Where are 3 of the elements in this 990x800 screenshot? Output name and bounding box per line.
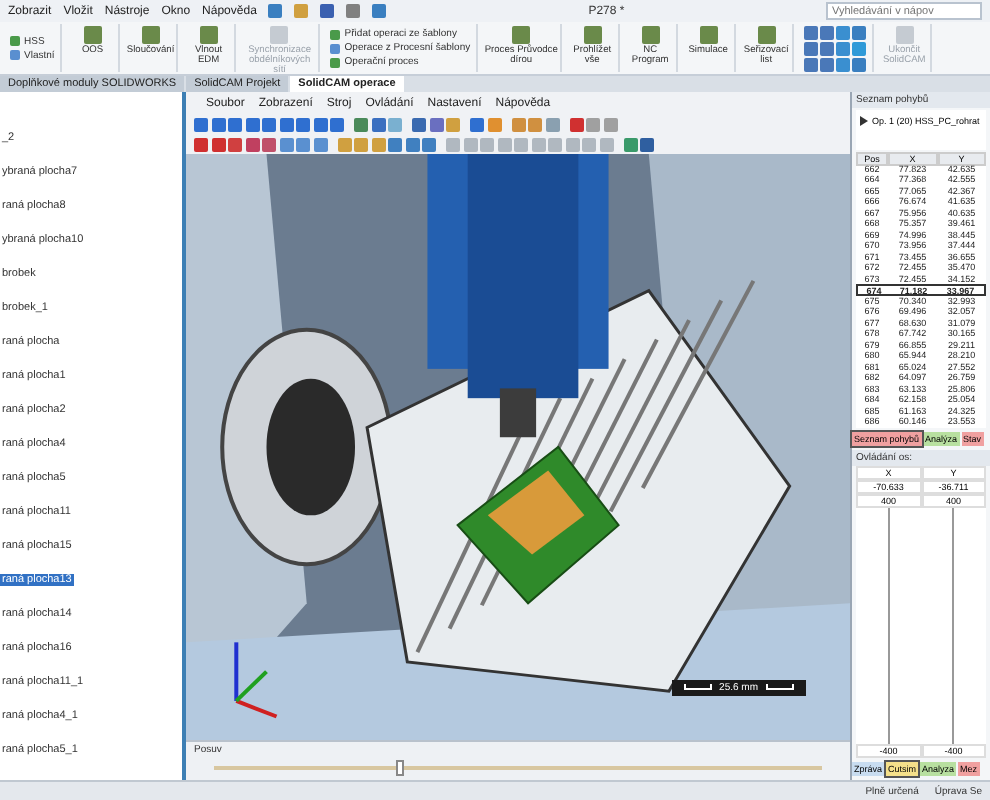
axis-triad-icon bbox=[234, 642, 278, 719]
expand-arrow-icon[interactable] bbox=[860, 116, 868, 126]
slider-thumb[interactable] bbox=[396, 760, 405, 776]
